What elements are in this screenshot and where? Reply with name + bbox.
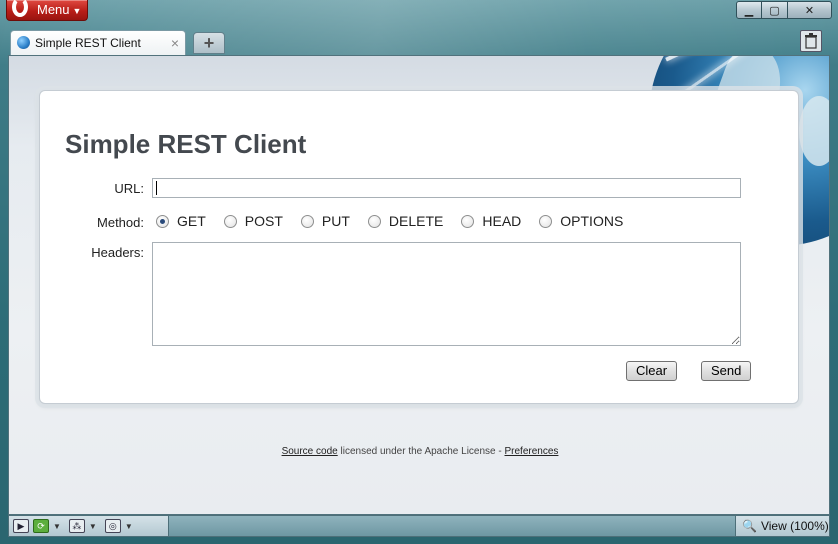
method-head[interactable]: HEAD — [461, 213, 521, 229]
minimize-button[interactable]: ▁ — [736, 1, 762, 19]
url-label: URL: — [114, 181, 144, 196]
turbo-menu-arrow[interactable]: ▼ — [125, 522, 133, 531]
radio-options[interactable] — [539, 214, 553, 228]
share-menu-arrow[interactable]: ▼ — [89, 522, 97, 531]
radio-put[interactable] — [300, 214, 314, 228]
share-icon[interactable]: ⁂ — [68, 519, 85, 533]
method-options[interactable]: OPTIONS — [539, 213, 623, 229]
method-post[interactable]: POST — [223, 213, 283, 229]
page-footer: Source code licensed under the Apache Li… — [9, 446, 829, 457]
headers-textarea[interactable] — [152, 242, 741, 346]
trash-button[interactable] — [800, 30, 822, 52]
radio-get[interactable] — [156, 214, 169, 228]
zoom-icon: 🔍 — [742, 519, 757, 533]
headers-label: Headers: — [91, 245, 144, 260]
radio-post[interactable] — [223, 214, 237, 228]
url-input[interactable] — [152, 178, 741, 198]
license-text: licensed under the Apache License - — [337, 446, 505, 457]
zoom-label: View (100%) — [760, 519, 829, 533]
radio-head[interactable] — [461, 214, 475, 228]
new-tab-button[interactable]: + — [193, 32, 225, 54]
page-title: Simple REST Client — [65, 129, 307, 159]
sync-icon[interactable]: ⟳ — [33, 519, 49, 533]
minimize-icon: ▁ — [744, 4, 754, 17]
send-button[interactable]: Send — [701, 361, 752, 381]
menu-button[interactable]: Menu ▼ — [6, 0, 88, 21]
close-icon: ✕ — [804, 4, 815, 17]
tab-label: Simple REST Client — [35, 36, 141, 50]
method-put-label: PUT — [321, 213, 350, 229]
globe-icon — [17, 36, 30, 49]
method-get-label: GET — [177, 213, 206, 229]
radio-delete[interactable] — [367, 214, 381, 228]
source-code-link[interactable]: Source code — [282, 446, 338, 457]
chevron-down-icon: ▼ — [72, 6, 82, 16]
window-controls: ▁ ▢ ✕ — [736, 1, 832, 19]
method-delete[interactable]: DELETE — [367, 213, 444, 229]
status-bar: ▶ ⟳ ▼ ⁂ ▼ ◎ ▼ 🔍 View (100%) — [8, 515, 830, 537]
method-head-label: HEAD — [482, 213, 522, 229]
clear-button[interactable]: Clear — [626, 361, 678, 381]
status-bar-tools: ▶ ⟳ ▼ ⁂ ▼ ◎ ▼ — [9, 516, 169, 536]
preferences-link[interactable]: Preferences — [505, 446, 559, 457]
new-tab-icon: + — [203, 33, 215, 53]
tab-simple-rest-client[interactable]: Simple REST Client × — [10, 30, 186, 55]
maximize-icon: ▢ — [769, 4, 780, 17]
trash-icon — [805, 33, 817, 49]
method-put[interactable]: PUT — [300, 213, 350, 229]
turbo-icon[interactable]: ◎ — [104, 519, 121, 533]
panel-toggle-icon[interactable]: ▶ — [13, 519, 29, 533]
close-tab-icon[interactable]: × — [171, 31, 179, 55]
menu-label: Menu — [37, 2, 70, 17]
close-button[interactable]: ✕ — [788, 1, 832, 19]
maximize-button[interactable]: ▢ — [762, 1, 788, 19]
method-get[interactable]: GET — [156, 213, 206, 229]
method-options-label: OPTIONS — [560, 213, 624, 229]
rest-client-panel: Simple REST Client URL: Method: GET POST… — [39, 90, 799, 404]
method-radio-group: GET POST PUT DELETE HEAD OPTIONS — [156, 213, 641, 229]
method-post-label: POST — [244, 213, 283, 229]
browser-window: Menu ▼ ▁ ▢ ✕ Simple REST Client × + Simpl… — [0, 0, 838, 544]
method-label: Method: — [97, 215, 144, 230]
opera-logo-icon — [12, 0, 28, 17]
page-viewport: Simple REST Client URL: Method: GET POST… — [8, 55, 830, 515]
method-delete-label: DELETE — [388, 213, 444, 229]
sync-menu-arrow[interactable]: ▼ — [53, 522, 61, 531]
text-caret — [156, 181, 157, 195]
zoom-control[interactable]: 🔍 View (100%) — [735, 516, 829, 536]
